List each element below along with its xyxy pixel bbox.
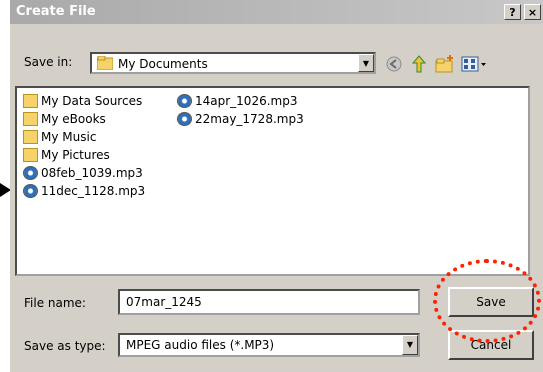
title-bar: Create File ? × — [10, 0, 543, 24]
audio-file-icon — [177, 112, 192, 126]
list-item[interactable]: My Pictures — [23, 146, 110, 164]
file-name-input[interactable]: 07mar_1245 — [118, 289, 420, 315]
folder-icon — [23, 130, 38, 144]
list-item[interactable]: 08feb_1039.mp3 — [23, 164, 143, 182]
dialog-title: Create File — [16, 4, 96, 19]
list-item[interactable]: My eBooks — [23, 110, 106, 128]
save-as-type-value: MPEG audio files (*.MP3) — [126, 338, 275, 352]
chevron-down-icon[interactable]: ▼ — [402, 335, 418, 355]
list-item[interactable]: 14apr_1026.mp3 — [177, 92, 297, 110]
save-in-value: My Documents — [118, 57, 208, 71]
audio-file-icon — [23, 184, 38, 198]
new-folder-icon[interactable] — [435, 54, 455, 74]
create-file-dialog: Create File ? × Save in: My Documents ▼ … — [10, 0, 543, 372]
save-button[interactable]: Save — [448, 287, 534, 317]
back-icon[interactable] — [384, 54, 404, 74]
cancel-button[interactable]: Cancel — [448, 330, 534, 360]
file-name: 11dec_1128.mp3 — [41, 184, 146, 198]
list-item[interactable]: My Data Sources — [23, 92, 142, 110]
file-name: 22may_1728.mp3 — [195, 112, 304, 126]
audio-file-icon — [23, 166, 38, 180]
folder-icon — [97, 56, 113, 70]
save-as-type-dropdown[interactable]: MPEG audio files (*.MP3) ▼ — [118, 333, 420, 357]
file-name: My eBooks — [41, 112, 106, 126]
file-list[interactable]: My Data Sources My eBooks My Music My Pi… — [15, 86, 530, 276]
file-name: My Data Sources — [41, 94, 143, 108]
folder-icon — [23, 94, 38, 108]
list-item[interactable]: My Music — [23, 128, 96, 146]
save-in-label: Save in: — [24, 55, 73, 69]
list-item[interactable]: 11dec_1128.mp3 — [23, 182, 145, 200]
file-name: 08feb_1039.mp3 — [41, 166, 143, 180]
folder-icon — [23, 148, 38, 162]
save-in-dropdown[interactable]: My Documents ▼ — [90, 52, 376, 74]
save-as-type-label: Save as type: — [24, 339, 106, 353]
chevron-down-icon[interactable]: ▼ — [358, 54, 374, 72]
close-button[interactable]: × — [524, 4, 541, 20]
file-name: My Music — [41, 130, 97, 144]
views-menu-icon[interactable] — [461, 54, 487, 74]
file-name-label: File name: — [24, 296, 86, 310]
folder-icon — [23, 112, 38, 126]
file-name: 14apr_1026.mp3 — [195, 94, 298, 108]
up-folder-icon[interactable] — [409, 54, 429, 74]
help-button[interactable]: ? — [504, 4, 521, 20]
file-name: My Pictures — [41, 148, 110, 162]
audio-file-icon — [177, 94, 192, 108]
list-item[interactable]: 22may_1728.mp3 — [177, 110, 304, 128]
